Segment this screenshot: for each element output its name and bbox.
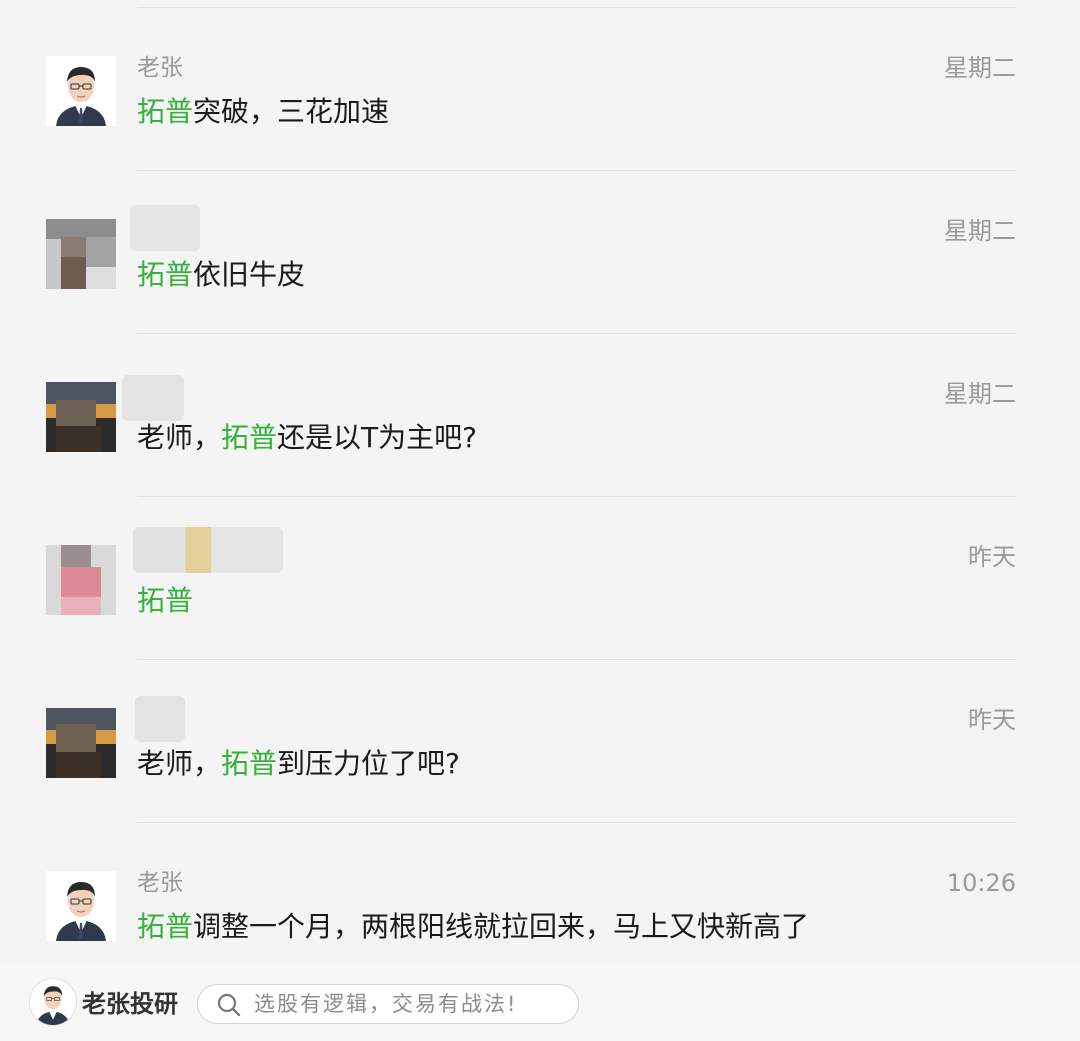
message-time: 星期二 [944, 380, 1016, 408]
divider [137, 822, 1016, 823]
avatar-blurred[interactable] [46, 545, 116, 615]
message-suffix: 突破，三花加速 [193, 95, 390, 128]
blurred-name [130, 205, 200, 251]
search-icon [217, 993, 241, 1017]
message-time: 星期二 [944, 217, 1016, 245]
avatar-blurred[interactable] [46, 382, 116, 452]
message-prefix: 老师， [137, 747, 222, 780]
brand-avatar [29, 978, 77, 1026]
message-preview[interactable]: 老师，拓普到压力位了吧? [137, 744, 460, 784]
keyword-highlight: 拓普 [137, 910, 194, 943]
message-time: 星期二 [944, 54, 1016, 82]
message-time: 10:26 [946, 869, 1016, 897]
blurred-name [133, 527, 283, 573]
keyword-highlight: 拓普 [221, 747, 278, 780]
message-suffix: 到压力位了吧? [277, 747, 460, 780]
avatar-laozhang[interactable] [46, 871, 116, 941]
divider [137, 7, 1016, 8]
avatar-laozhang[interactable] [46, 56, 116, 126]
keyword-highlight: 拓普 [137, 258, 194, 291]
message-time: 昨天 [968, 706, 1016, 734]
message-suffix: 还是以T为主吧? [277, 421, 477, 454]
message-preview[interactable]: 拓普调整一个月，两根阳线就拉回来，马上又快新高了 [137, 907, 809, 947]
message-prefix: 老师， [137, 421, 222, 454]
avatar-blurred[interactable] [46, 708, 116, 778]
search-box[interactable]: 选股有逻辑，交易有战法! [197, 984, 579, 1024]
message-preview[interactable]: 拓普依旧牛皮 [137, 255, 305, 295]
keyword-highlight: 拓普 [221, 421, 278, 454]
keyword-highlight: 拓普 [137, 95, 194, 128]
blurred-name [122, 375, 184, 421]
search-placeholder: 选股有逻辑，交易有战法! [254, 992, 518, 1016]
contact-name: 老张 [137, 870, 183, 896]
keyword-highlight: 拓普 [137, 584, 194, 617]
message-suffix: 依旧牛皮 [193, 258, 306, 291]
divider [137, 333, 1016, 334]
brand-name: 老张投研 [82, 990, 178, 1018]
message-preview[interactable]: 老师，拓普还是以T为主吧? [137, 418, 477, 458]
message-suffix: 调整一个月，两根阳线就拉回来，马上又快新高了 [193, 910, 810, 943]
message-time: 昨天 [968, 543, 1016, 571]
contact-name: 老张 [137, 55, 183, 81]
divider [137, 496, 1016, 497]
avatar-blurred[interactable] [46, 219, 116, 289]
blurred-name [135, 696, 185, 742]
divider [137, 170, 1016, 171]
message-preview[interactable]: 拓普突破，三花加速 [137, 92, 389, 132]
chat-search-results: 老张 星期二 拓普突破，三花加速 星期二 拓普依旧牛皮 星期二 老师，拓普还是以… [0, 0, 1080, 963]
divider [137, 659, 1016, 660]
footer-bar: 老张投研 选股有逻辑，交易有战法! [0, 963, 1080, 1041]
message-preview[interactable]: 拓普 [137, 581, 193, 621]
